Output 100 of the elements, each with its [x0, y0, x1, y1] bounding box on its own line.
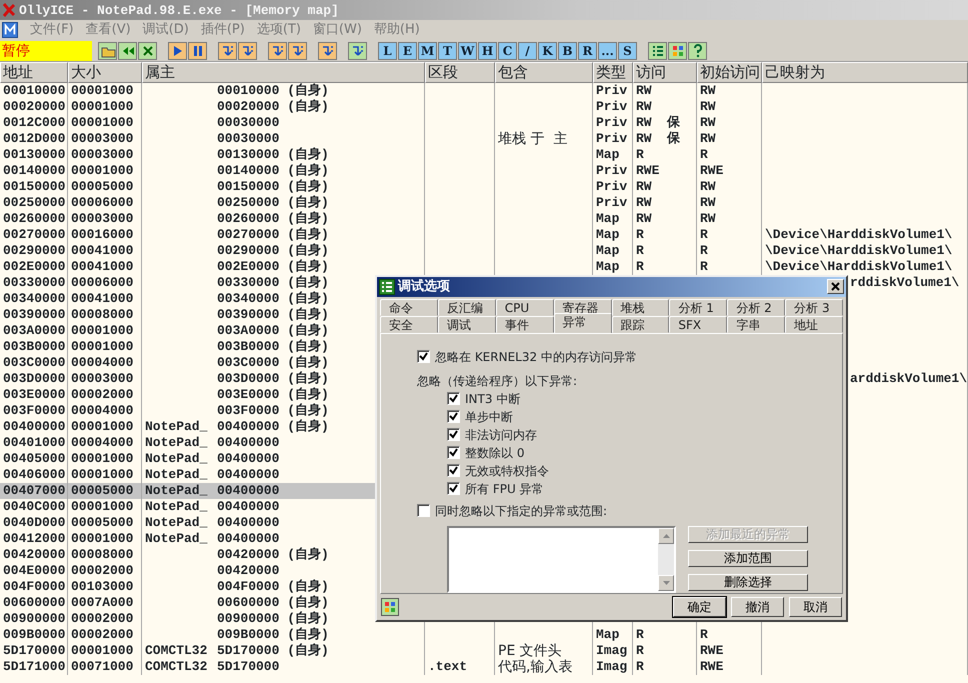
column-header[interactable]: 地址 — [0, 62, 68, 83]
size-cell: 00001000 — [71, 419, 134, 434]
checkbox[interactable] — [447, 482, 460, 495]
down-arrow-icon — [662, 580, 670, 584]
table-row[interactable]: 0012D000 00003000 00030000 堆栈 于 主 Priv RW 保 RW — [0, 131, 968, 147]
tab[interactable]: 反汇编 — [438, 298, 496, 316]
owner-module-cell-text: NotePad_ — [145, 451, 208, 467]
tab[interactable]: 堆栈 — [612, 298, 670, 316]
table-row[interactable]: 5D171000 00071000 COMCTL32 5D170000 .text 代码,输入表 Imag R RWE — [0, 659, 968, 675]
address-cell: 5D170000 — [3, 643, 66, 658]
checkbox[interactable] — [417, 504, 430, 517]
trace-button[interactable] — [288, 42, 307, 60]
scroll-down-button[interactable] — [658, 574, 674, 590]
tab[interactable]: 事件 — [496, 316, 554, 332]
checkbox[interactable] — [447, 446, 460, 459]
window-button[interactable]: K — [538, 42, 557, 60]
window-button[interactable]: R — [578, 42, 597, 60]
window-button[interactable]: B — [558, 42, 577, 60]
owner-module-cell-text: NotePad_ — [145, 531, 208, 547]
goto-button[interactable] — [348, 42, 367, 60]
scroll-up-button[interactable] — [658, 528, 674, 544]
column-header[interactable]: 访问 — [633, 62, 697, 83]
owner-base-cell: 00150000 (自身) — [217, 179, 329, 195]
tab[interactable]: 地址 — [785, 316, 843, 332]
range-list[interactable] — [447, 526, 676, 592]
address-cell: 00250000 — [3, 195, 66, 210]
table-row[interactable]: 00140000 00001000 00140000 (自身) Priv RWE RWE — [0, 163, 968, 179]
size-cell: 00004000 — [71, 435, 134, 450]
tab[interactable]: 安全 — [380, 316, 438, 332]
step-button[interactable] — [218, 42, 237, 60]
checkbox[interactable] — [447, 392, 460, 405]
tab[interactable]: 分析 1 — [669, 298, 728, 316]
table-row[interactable]: 009B0000 00002000 009B0000 (自身) Map R R — [0, 627, 968, 643]
appearance-button[interactable] — [668, 42, 687, 60]
tab[interactable]: 异常 — [554, 312, 612, 332]
pause-button[interactable] — [188, 42, 207, 60]
window-button[interactable]: C — [498, 42, 517, 60]
window-button[interactable]: E — [398, 42, 417, 60]
window-button[interactable]: L — [378, 42, 397, 60]
tab[interactable]: CPU — [496, 298, 554, 316]
window-button[interactable]: ... — [598, 42, 617, 60]
help-button[interactable] — [688, 42, 707, 60]
tab[interactable]: 分析 2 — [727, 298, 786, 316]
column-header[interactable]: 包含 — [495, 62, 593, 83]
column-header[interactable]: 属主 — [142, 62, 425, 83]
open-button[interactable] — [98, 42, 117, 60]
checkbox[interactable] — [447, 428, 460, 441]
window-button[interactable]: / — [518, 42, 537, 60]
window-button[interactable]: T — [438, 42, 457, 60]
execute-button[interactable] — [318, 42, 337, 60]
size-cell: 00001000 — [71, 163, 134, 178]
checkbox[interactable] — [447, 410, 460, 423]
table-row[interactable]: 00010000 00001000 00010000 (自身) Priv RW RW — [0, 83, 968, 99]
table-row[interactable]: 0012C000 00001000 00030000 Priv RW 保 RW — [0, 115, 968, 131]
window-button[interactable]: M — [418, 42, 437, 60]
address-cell: 00401000 — [3, 435, 66, 450]
restart-button[interactable] — [118, 42, 137, 60]
tab[interactable]: SFX — [669, 316, 728, 332]
window-button[interactable]: S — [618, 42, 637, 60]
table-row[interactable]: 00270000 00016000 00270000 (自身) Map R R \Device\HarddiskVolume1\ — [0, 227, 968, 243]
tab[interactable]: 字串 — [727, 316, 786, 332]
table-row[interactable]: 00130000 00003000 00130000 (自身) Map R R — [0, 147, 968, 163]
dialog-button[interactable]: 撤消 — [731, 596, 784, 617]
run-button[interactable] — [168, 42, 187, 60]
address-cell: 003F0000 — [3, 403, 66, 418]
mdi-icon[interactable] — [2, 22, 18, 38]
column-header[interactable]: 区段 — [425, 62, 495, 83]
tab[interactable]: 分析 3 — [785, 298, 843, 316]
window-button[interactable]: H — [478, 42, 497, 60]
window-button[interactable]: W — [458, 42, 477, 60]
size-cell: 00041000 — [71, 291, 134, 306]
table-row[interactable]: 00020000 00001000 00020000 (自身) Priv RW RW — [0, 99, 968, 115]
tab[interactable]: 调试 — [438, 316, 496, 332]
tab[interactable]: 命令 — [380, 298, 438, 316]
table-row[interactable]: 00260000 00003000 00260000 (自身) Map RW RW — [0, 211, 968, 227]
column-header[interactable]: 大小 — [68, 62, 142, 83]
size-cell: 00005000 — [71, 515, 134, 530]
checkbox[interactable] — [417, 350, 430, 363]
range-button[interactable]: 删除选择 — [688, 574, 808, 590]
table-row[interactable]: 00250000 00006000 00250000 (自身) Priv RW RW — [0, 195, 968, 211]
access-cell: RW — [636, 195, 652, 210]
table-row[interactable]: 00150000 00005000 00150000 (自身) Priv RW RW — [0, 179, 968, 195]
checkbox[interactable] — [447, 464, 460, 477]
column-header[interactable]: 类型 — [593, 62, 633, 83]
dialog-button[interactable]: 确定 — [673, 596, 726, 617]
scrollbar[interactable] — [658, 528, 674, 590]
step-button[interactable] — [238, 42, 257, 60]
palette-icon[interactable] — [381, 598, 399, 616]
access-cell: R — [636, 627, 644, 642]
options-button[interactable] — [648, 42, 667, 60]
column-header[interactable]: 己映射为 — [762, 62, 968, 83]
table-row[interactable]: 00290000 00041000 00290000 (自身) Map R R \Device\HarddiskVolume1\ — [0, 243, 968, 259]
trace-button[interactable] — [268, 42, 287, 60]
tab[interactable]: 跟踪 — [612, 316, 670, 332]
initial-access-cell: R — [700, 627, 708, 642]
range-button[interactable]: 添加范围 — [688, 550, 808, 566]
column-header[interactable]: 初始访问 — [697, 62, 762, 83]
table-row[interactable]: 5D170000 00001000 COMCTL32 5D170000 (自身) PE 文件头 Imag R RWE — [0, 643, 968, 659]
owner-base-cell: 00250000 (自身) — [217, 195, 329, 211]
dialog-button[interactable]: 取消 — [789, 596, 842, 617]
